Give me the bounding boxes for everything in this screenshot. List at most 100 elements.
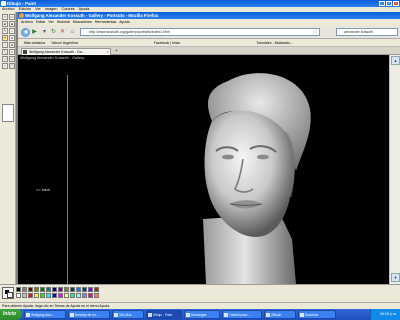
search-text: alexander kossuth <box>344 30 374 34</box>
color-swatch[interactable] <box>76 287 81 292</box>
search-input[interactable]: alexander kossuth <box>336 28 398 36</box>
tab-gallery[interactable]: Wolfgang Alexander Kossuth - Ga... × <box>21 48 111 55</box>
new-tab-icon[interactable]: + <box>113 48 120 54</box>
back-link[interactable]: << back <box>36 187 50 192</box>
bookmark-most-visited[interactable]: Más visitados <box>24 39 45 46</box>
ellipse-icon[interactable]: ○ <box>2 63 8 69</box>
line-icon[interactable]: ╲ <box>2 49 8 55</box>
color-swatch[interactable] <box>34 293 39 298</box>
color-swatch[interactable] <box>28 293 33 298</box>
color-swatch[interactable] <box>82 287 87 292</box>
rect-select-icon[interactable]: ▭ <box>9 14 15 20</box>
color-swatch[interactable] <box>94 293 99 298</box>
stop-icon[interactable]: ✕ <box>59 29 66 36</box>
paint-task-icon <box>148 313 152 317</box>
color-swatch[interactable] <box>70 293 75 298</box>
start-button[interactable]: Inicio <box>0 309 22 320</box>
color-swatch[interactable] <box>94 287 99 292</box>
rounded-rect-icon[interactable]: ▢ <box>9 63 15 69</box>
picker-icon[interactable]: ✎ <box>2 28 8 34</box>
fill-icon[interactable]: ◈ <box>9 21 15 27</box>
dropdown-icon[interactable]: ▾ <box>41 29 48 36</box>
minimize-icon[interactable]: _ <box>379 1 385 6</box>
bookmark-tutoriales[interactable]: Tutoriales - Modelado... <box>256 39 293 46</box>
scroll-up-icon[interactable]: ▲ <box>391 56 400 65</box>
color-swatch[interactable] <box>34 287 39 292</box>
color-swatch[interactable] <box>22 293 27 298</box>
maximize-icon[interactable]: □ <box>386 1 392 6</box>
color-swatch[interactable] <box>16 287 21 292</box>
mail-task-icon <box>70 313 74 317</box>
color-swatch[interactable] <box>58 293 63 298</box>
color-swatch[interactable] <box>52 293 57 298</box>
background-color[interactable] <box>7 292 13 298</box>
color-swatch[interactable] <box>46 293 51 298</box>
task-downloads[interactable]: Descargas <box>184 310 220 319</box>
color-swatch[interactable] <box>64 287 69 292</box>
text-icon[interactable]: A <box>9 42 15 48</box>
color-swatch[interactable] <box>88 287 93 292</box>
color-swatch[interactable] <box>70 287 75 292</box>
paint-title: Dibujo - Paint <box>7 1 36 6</box>
task-paint[interactable]: Dibujo - Paint <box>146 310 182 319</box>
ff-menu-historial[interactable]: Historial <box>57 19 70 26</box>
airbrush-icon[interactable]: ∴ <box>2 42 8 48</box>
curve-icon[interactable]: ∿ <box>9 49 15 55</box>
color-swatch[interactable] <box>88 293 93 298</box>
color-swatch[interactable] <box>76 293 81 298</box>
home-icon[interactable]: ⌂ <box>69 29 76 36</box>
task-label: Bandeja de en... <box>75 313 99 317</box>
web-page: Wolfgang Alexander Kossuth - Gallery << … <box>18 55 389 284</box>
tool-options-box[interactable] <box>2 104 14 122</box>
bookmark-star-icon[interactable]: ☆ <box>313 29 317 36</box>
eraser-icon[interactable]: ▰ <box>2 21 8 27</box>
task-label: 3Ds Max <box>119 313 132 317</box>
task-inbox[interactable]: Bandeja de en... <box>68 310 110 319</box>
task-tutorial[interactable]: Tutorial paso... <box>222 310 262 319</box>
free-select-icon[interactable]: ✧ <box>2 14 8 20</box>
firefox-task-icon <box>26 313 30 317</box>
rectangle-icon[interactable]: □ <box>2 56 8 62</box>
polygon-icon[interactable]: ⬠ <box>9 56 15 62</box>
paint-app-icon <box>1 1 6 6</box>
pencil-icon[interactable]: ✏ <box>2 35 8 41</box>
magnifier-icon[interactable]: ⌕ <box>9 28 15 34</box>
color-swatch[interactable] <box>22 287 27 292</box>
ff-menu-editar[interactable]: Editar <box>36 19 45 26</box>
color-swatch[interactable] <box>28 287 33 292</box>
url-bar[interactable]: http://www.kossuth.org/gallery/portraits… <box>80 28 320 36</box>
ff-menu-marcadores[interactable]: Marcadores <box>73 19 92 26</box>
color-swatch[interactable] <box>82 293 87 298</box>
close-icon[interactable]: x <box>393 1 399 6</box>
ff-menu-ver[interactable]: Ver <box>48 19 53 26</box>
color-swatch[interactable] <box>52 287 57 292</box>
bookmark-facebook[interactable]: Facebook | Inicio <box>154 39 180 46</box>
back-arrow-icon[interactable]: ◀ <box>21 28 30 37</box>
clock[interactable]: 06:15 p.m. <box>380 312 397 316</box>
taskbar: Inicio Wolfgang Alex... Bandeja de en...… <box>0 309 400 320</box>
task-desktop[interactable]: Escritorio <box>298 310 336 319</box>
tab-label: Wolfgang Alexander Kossuth - Ga... <box>29 50 85 54</box>
task-3dsmax[interactable]: 3Ds Max <box>112 310 144 319</box>
ff-menu-herramientas[interactable]: Herramientas <box>95 19 117 26</box>
color-swatch[interactable] <box>40 287 45 292</box>
color-swatch[interactable] <box>58 287 63 292</box>
color-swatch[interactable] <box>64 293 69 298</box>
ff-menu-ayuda[interactable]: Ayuda <box>119 19 129 26</box>
reload-icon[interactable]: ↻ <box>50 29 57 36</box>
color-swatch[interactable] <box>46 287 51 292</box>
bookmark-yahoo[interactable]: Yahoo! Argentina <box>51 39 78 46</box>
task-zbrush[interactable]: ZBrush <box>264 310 296 319</box>
scroll-down-icon[interactable]: ▼ <box>391 273 400 282</box>
firefox-title-bar: Wolfgang Alexander Kossuth - Gallery - P… <box>18 12 400 19</box>
brush-icon[interactable]: ♠ <box>9 35 15 41</box>
color-swatch[interactable] <box>16 293 21 298</box>
page-scrollbar[interactable]: ▲ ▼ <box>389 55 400 284</box>
paint-window-controls: _ □ x <box>379 1 399 6</box>
color-swatch[interactable] <box>40 293 45 298</box>
current-colors[interactable] <box>2 287 14 299</box>
ff-menu-archivo[interactable]: Archivo <box>21 19 33 26</box>
bookmarks-toolbar: Más visitados Yahoo! Argentina Facebook … <box>18 39 400 47</box>
forward-arrow-icon[interactable]: ▶ <box>31 29 38 36</box>
task-firefox[interactable]: Wolfgang Alex... <box>24 310 66 319</box>
